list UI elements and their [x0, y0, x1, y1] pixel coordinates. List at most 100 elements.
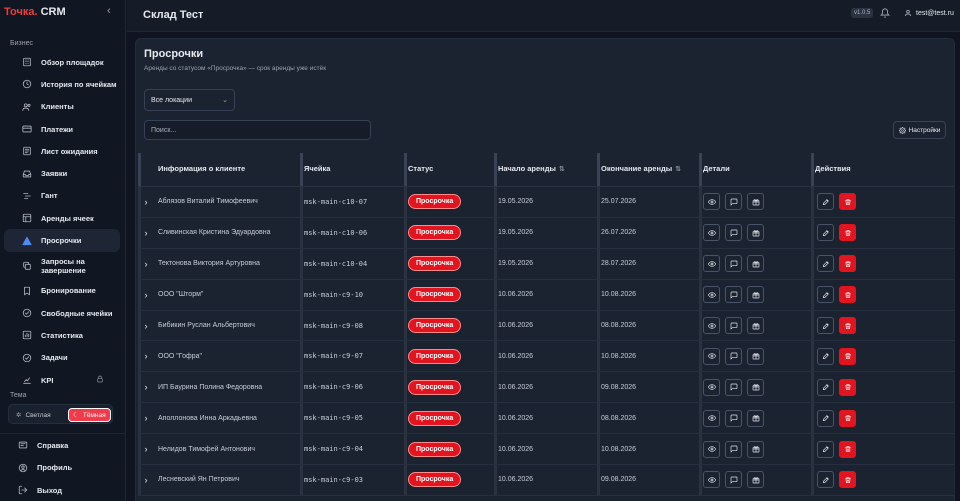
user-menu[interactable]: test@test.ru: [904, 9, 954, 17]
gift-button[interactable]: [747, 440, 764, 458]
view-button[interactable]: [703, 440, 720, 458]
theme-light-button[interactable]: ✲ Светлая: [12, 408, 67, 422]
gift-button[interactable]: [747, 286, 764, 304]
sidebar-item[interactable]: Профиль: [4, 457, 120, 480]
expand-row-icon[interactable]: ›: [138, 403, 154, 434]
theme-dark-button[interactable]: ☾ Тёмная: [68, 408, 111, 422]
table-row[interactable]: › ИП Баурина Полина Федоровна msk-main-c9-…: [138, 372, 954, 404]
sidebar-item[interactable]: Свободные ячейки: [4, 302, 120, 324]
sort-icon[interactable]: ⇅: [675, 165, 681, 173]
sidebar-item[interactable]: Заявки: [4, 162, 120, 184]
comment-button[interactable]: [725, 286, 742, 304]
delete-button[interactable]: [839, 347, 856, 365]
delete-button[interactable]: [839, 286, 856, 304]
expand-row-icon[interactable]: ›: [138, 248, 154, 279]
view-button[interactable]: [703, 471, 720, 489]
gift-button[interactable]: [747, 409, 764, 427]
sort-icon[interactable]: ⇅: [559, 165, 565, 173]
sidebar-item[interactable]: KPI: [4, 369, 120, 391]
table-row[interactable]: › Аполлонова Инна Аркадьевна msk-main-c9-0…: [138, 403, 954, 435]
expand-row-icon[interactable]: ›: [138, 217, 154, 248]
view-button[interactable]: [703, 409, 720, 427]
table-row[interactable]: › Тектонова Виктория Артуровна msk-main-c1…: [138, 248, 954, 280]
delete-button[interactable]: [839, 317, 856, 334]
sidebar-item[interactable]: Выход: [4, 479, 120, 501]
edit-button[interactable]: [817, 255, 834, 273]
table-row[interactable]: › ООО "Шторм" msk-main-c9-10 Просрочка 10.06…: [138, 279, 954, 311]
gift-button[interactable]: [747, 255, 764, 273]
view-button[interactable]: [703, 224, 720, 242]
sidebar-item[interactable]: Статистика: [4, 324, 120, 346]
delete-button[interactable]: [839, 255, 856, 273]
bell-icon[interactable]: [879, 8, 891, 18]
expand-row-icon[interactable]: ›: [138, 310, 154, 341]
sidebar-item[interactable]: Обзор площадок: [4, 51, 120, 73]
settings-button[interactable]: Настройки: [893, 121, 946, 139]
table-row[interactable]: › Нелидов Тимофей Антонович msk-main-c9-04…: [138, 434, 954, 466]
view-button[interactable]: [703, 193, 720, 211]
location-select[interactable]: Все локации ⌄: [144, 89, 235, 111]
comment-button[interactable]: [725, 347, 742, 365]
gift-button[interactable]: [747, 378, 764, 396]
sidebar-item[interactable]: Запросы на завершение: [4, 252, 120, 280]
delete-button[interactable]: [839, 440, 856, 458]
sidebar-item[interactable]: Гант: [4, 185, 120, 207]
comment-button[interactable]: [725, 255, 742, 273]
sidebar-item[interactable]: Клиенты: [4, 96, 120, 118]
sidebar-item[interactable]: Бронирование: [4, 280, 120, 302]
view-button[interactable]: [703, 286, 720, 304]
edit-button[interactable]: [817, 409, 834, 427]
comment-button[interactable]: [725, 471, 742, 489]
view-button[interactable]: [703, 347, 720, 365]
view-button[interactable]: [703, 317, 720, 334]
gift-button[interactable]: [747, 347, 764, 365]
gift-button[interactable]: [747, 471, 764, 489]
edit-button[interactable]: [817, 440, 834, 458]
delete-button[interactable]: [839, 378, 856, 396]
expand-row-icon[interactable]: ›: [138, 434, 154, 464]
edit-button[interactable]: [817, 286, 834, 304]
table-row[interactable]: › Бибикин Руслан Альбертович msk-main-c9-0…: [138, 310, 954, 342]
comment-button[interactable]: [725, 224, 742, 242]
sidebar-item[interactable]: Справка: [4, 434, 120, 457]
delete-button[interactable]: [839, 224, 856, 242]
expand-row-icon[interactable]: ›: [138, 372, 154, 403]
comment-button[interactable]: [725, 378, 742, 396]
gift-button[interactable]: [747, 317, 764, 334]
edit-button[interactable]: [817, 471, 834, 489]
sidebar-item[interactable]: История по ячейкам: [4, 73, 120, 95]
edit-button[interactable]: [817, 193, 834, 211]
view-button[interactable]: [703, 255, 720, 273]
comment-button[interactable]: [725, 317, 742, 334]
edit-button[interactable]: [817, 317, 834, 334]
delete-button[interactable]: [839, 409, 856, 427]
col-start[interactable]: Начало аренды ⇅: [494, 151, 597, 186]
comment-button[interactable]: [725, 409, 742, 427]
view-button[interactable]: [703, 378, 720, 396]
table-row[interactable]: › ООО "Гофра" msk-main-c9-07 Просрочка 10.06…: [138, 341, 954, 373]
delete-button[interactable]: [839, 471, 856, 489]
expand-row-icon[interactable]: ›: [138, 187, 154, 217]
table-row[interactable]: › Сливинская Кристина Эдуардовна msk-main-…: [138, 217, 954, 249]
table-row[interactable]: › Аблязов Виталий Тимофеевич msk-main-c10-…: [138, 187, 954, 218]
search-input[interactable]: [144, 120, 371, 140]
edit-button[interactable]: [817, 347, 834, 365]
sidebar-item[interactable]: Платежи: [4, 118, 120, 140]
edit-button[interactable]: [817, 224, 834, 242]
expand-row-icon[interactable]: ›: [138, 279, 154, 310]
comment-button[interactable]: [725, 440, 742, 458]
table-row[interactable]: › Лесневский Ян Петрович msk-main-c9-03 Про…: [138, 465, 954, 496]
delete-button[interactable]: [839, 193, 856, 211]
collapse-sidebar-icon[interactable]: ‹: [107, 5, 111, 17]
gift-button[interactable]: [747, 224, 764, 242]
gift-button[interactable]: [747, 193, 764, 211]
comment-button[interactable]: [725, 193, 742, 211]
col-end[interactable]: Окончание аренды ⇅: [597, 151, 699, 186]
brand-logo[interactable]: Точка. CRM: [4, 6, 66, 18]
sidebar-item[interactable]: Лист ожидания: [4, 140, 120, 162]
sidebar-item[interactable]: Аренды ячеек: [4, 207, 120, 229]
sidebar-item[interactable]: Задачи: [4, 347, 120, 369]
sidebar-item[interactable]: Просрочки: [4, 229, 120, 252]
expand-row-icon[interactable]: ›: [138, 465, 154, 495]
expand-row-icon[interactable]: ›: [138, 341, 154, 372]
